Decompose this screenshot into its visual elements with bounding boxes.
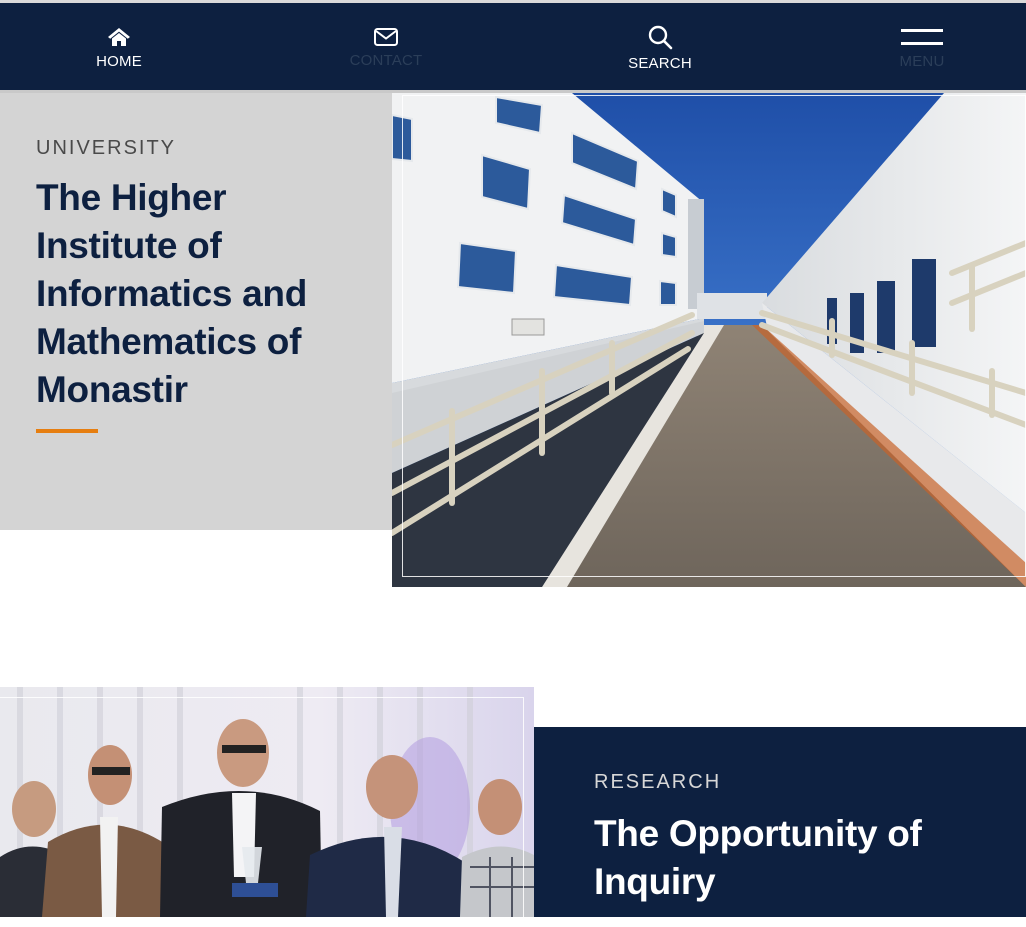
hamburger-icon	[901, 29, 943, 45]
nav-menu-button[interactable]: MENU	[852, 3, 992, 93]
ceremony-photo	[0, 687, 534, 917]
nav-home-button[interactable]: HOME	[49, 3, 189, 93]
intro-title: The Higher Institute of Informatics and …	[36, 177, 307, 410]
accent-underline	[36, 429, 98, 433]
ceremony-photo-illustration	[0, 687, 534, 917]
intro-eyebrow: UNIVERSITY	[36, 137, 177, 159]
nav-home-label: HOME	[96, 53, 142, 70]
campus-hero-photo	[392, 93, 1026, 587]
home-icon	[108, 28, 130, 46]
research-title[interactable]: The Opportunity of Inquiry	[594, 810, 1004, 906]
nav-menu-label: MENU	[899, 53, 945, 70]
nav-search-label: SEARCH	[628, 55, 692, 72]
nav-search-button[interactable]: SEARCH	[590, 3, 730, 93]
campus-photo-illustration	[392, 93, 1026, 587]
nav-contact-label: CONTACT	[349, 52, 423, 69]
research-eyebrow: RESEARCH	[594, 771, 722, 793]
nav-contact-button[interactable]: CONTACT	[316, 3, 456, 93]
top-navigation-bar: HOME CONTACT SEARCH MENU	[0, 0, 1026, 93]
search-icon	[648, 25, 673, 50]
envelope-icon	[374, 28, 398, 46]
